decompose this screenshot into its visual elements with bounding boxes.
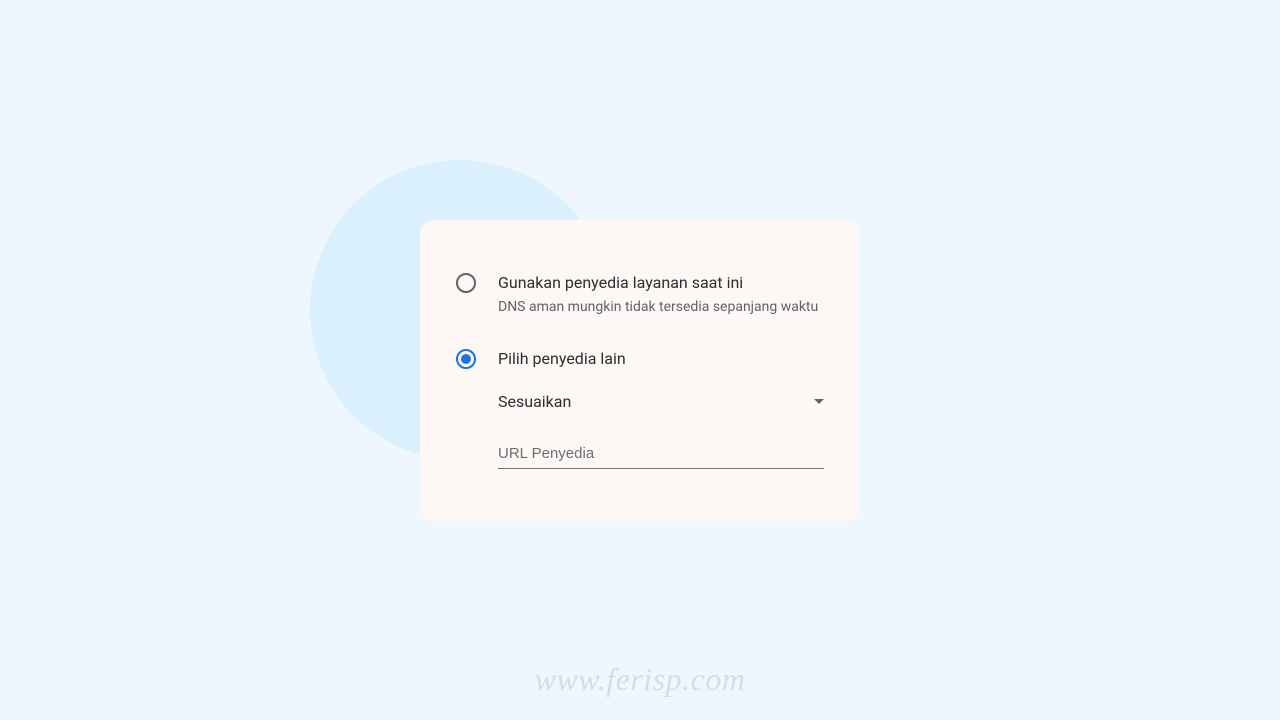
radio-label-current: Gunakan penyedia layanan saat ini [498, 272, 824, 294]
radio-icon [456, 273, 476, 293]
chevron-down-icon [814, 399, 824, 404]
radio-option-current-provider[interactable]: Gunakan penyedia layanan saat ini DNS am… [456, 272, 824, 318]
watermark-text: www.ferisp.com [535, 661, 746, 698]
radio-sublabel-current: DNS aman mungkin tidak tersedia sepanjan… [498, 298, 824, 318]
radio-label-other: Pilih penyedia lain [498, 348, 824, 370]
radio-content: Pilih penyedia lain Sesuaikan [498, 348, 824, 469]
radio-icon-selected [456, 349, 476, 369]
dns-settings-card: Gunakan penyedia layanan saat ini DNS am… [420, 220, 860, 521]
dropdown-selected-label: Sesuaikan [498, 392, 571, 411]
radio-content: Gunakan penyedia layanan saat ini DNS am… [498, 272, 824, 318]
provider-dropdown[interactable]: Sesuaikan [498, 386, 824, 417]
radio-option-other-provider[interactable]: Pilih penyedia lain Sesuaikan [456, 348, 824, 469]
provider-url-input[interactable] [498, 437, 824, 469]
